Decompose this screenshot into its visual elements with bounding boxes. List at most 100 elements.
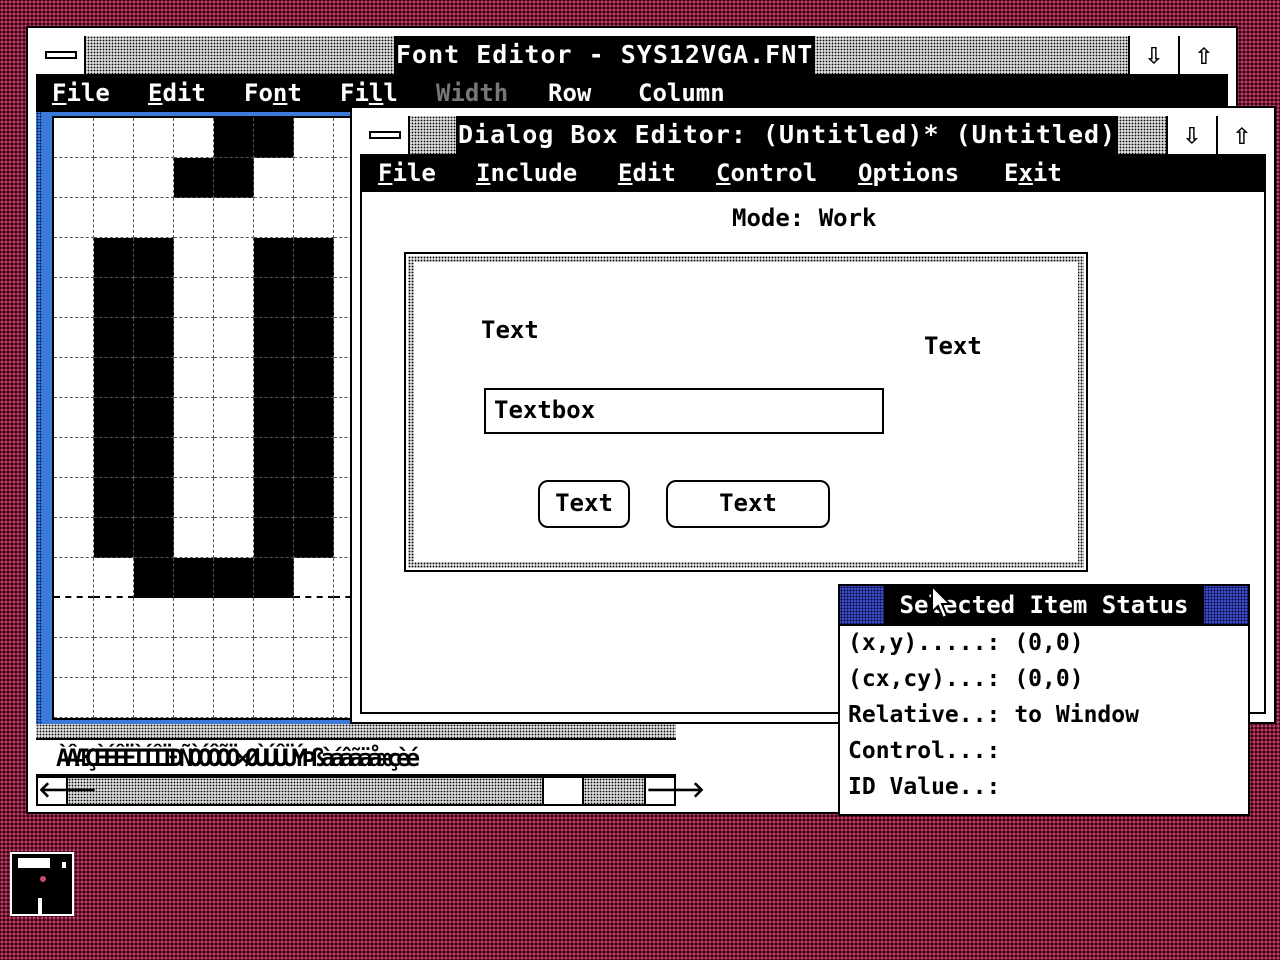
glyph-pixel[interactable] [174,278,214,318]
glyph-pixel[interactable] [174,158,214,198]
glyph-pixel[interactable] [294,438,334,478]
scroll-right-icon[interactable]: 🡒 [644,778,705,804]
glyph-pixel[interactable] [254,678,294,718]
system-menu-icon[interactable] [36,36,86,74]
glyph-pixel[interactable] [54,198,94,238]
glyph-pixel[interactable] [174,558,214,598]
menu-edit[interactable]: Edit [148,74,206,112]
glyph-pixel[interactable] [94,678,134,718]
glyph-pixel[interactable] [294,238,334,278]
glyph-pixel[interactable] [94,158,134,198]
scroll-left-icon[interactable]: 🡐 [38,778,97,804]
menu-font[interactable]: Font [244,74,302,112]
glyph-pixel[interactable] [54,318,94,358]
glyph-pixel[interactable] [134,438,174,478]
glyph-pixel[interactable] [174,238,214,278]
glyph-pixel[interactable] [174,118,214,158]
glyph-pixel[interactable] [294,518,334,558]
glyph-pixel[interactable] [294,398,334,438]
glyph-pixel[interactable] [134,358,174,398]
glyph-pixel[interactable] [254,358,294,398]
glyph-pixel[interactable] [254,478,294,518]
glyph-pixel[interactable] [174,638,214,678]
glyph-pixel[interactable] [214,638,254,678]
dialog-design-frame[interactable]: Text Text Textbox Text Text [404,252,1088,572]
minimize-arrow-icon[interactable]: ⇩ [1128,36,1178,74]
glyph-pixel[interactable] [54,638,94,678]
glyph-pixel[interactable] [134,238,174,278]
glyph-pixel[interactable] [94,638,134,678]
glyph-pixel[interactable] [174,478,214,518]
horizontal-scrollbar[interactable]: 🡐 🡒 [36,776,705,806]
glyph-pixel[interactable] [134,638,174,678]
glyph-pixel[interactable] [54,478,94,518]
glyph-pixel[interactable] [294,318,334,358]
menu-edit[interactable]: Edit [618,154,676,192]
glyph-pixel[interactable] [54,358,94,398]
menu-include[interactable]: Include [476,154,577,192]
glyph-pixel[interactable] [254,278,294,318]
glyph-pixel[interactable] [94,518,134,558]
glyph-pixel[interactable] [214,398,254,438]
glyph-pixel[interactable] [214,678,254,718]
menu-control[interactable]: Control [716,154,817,192]
static-text-control[interactable]: Text [481,316,539,344]
glyph-pixel[interactable] [134,678,174,718]
glyph-pixel[interactable] [294,558,334,598]
glyph-pixel[interactable] [134,598,174,638]
glyph-pixel[interactable] [54,278,94,318]
font-editor-titlebar[interactable]: Font Editor - SYS12VGA.FNT ⇩ ⇧ [36,36,1228,76]
glyph-pixel[interactable] [294,158,334,198]
textbox-control[interactable]: Textbox [484,388,884,434]
system-menu-icon[interactable] [360,116,410,154]
glyph-pixel[interactable] [174,398,214,438]
glyph-pixel[interactable] [94,598,134,638]
glyph-pixel[interactable] [254,438,294,478]
menu-file[interactable]: File [378,154,436,192]
char-strip[interactable]: ÀÂÆÇÈÉÊËÌÍÎÏÐÑÒÓÔÕÖ×ØÙÚÛÜÝÞßàáâãäåæçèé [36,738,676,776]
glyph-pixel[interactable] [54,398,94,438]
glyph-pixel[interactable] [134,398,174,438]
menu-exit[interactable]: Exit [1004,154,1062,192]
glyph-pixel[interactable] [294,638,334,678]
glyph-pixel[interactable] [254,598,294,638]
glyph-pixel[interactable] [174,678,214,718]
glyph-pixel[interactable] [254,238,294,278]
minimize-arrow-icon[interactable]: ⇩ [1166,116,1216,154]
glyph-pixel[interactable] [174,198,214,238]
glyph-pixel[interactable] [174,318,214,358]
glyph-pixel[interactable] [254,118,294,158]
glyph-pixel[interactable] [134,158,174,198]
menu-options[interactable]: Options [858,154,959,192]
glyph-pixel[interactable] [94,238,134,278]
glyph-pixel[interactable] [214,478,254,518]
glyph-pixel[interactable] [134,118,174,158]
glyph-pixel[interactable] [94,118,134,158]
glyph-pixel[interactable] [294,278,334,318]
glyph-pixel[interactable] [294,198,334,238]
glyph-pixel[interactable] [294,598,334,638]
glyph-pixel[interactable] [254,558,294,598]
glyph-pixel[interactable] [134,558,174,598]
glyph-pixel[interactable] [254,318,294,358]
glyph-pixel[interactable] [174,598,214,638]
glyph-pixel[interactable] [174,438,214,478]
glyph-pixel[interactable] [54,518,94,558]
glyph-pixel[interactable] [174,518,214,558]
status-titlebar[interactable]: Selected Item Status [840,586,1248,626]
dialog-editor-titlebar[interactable]: Dialog Box Editor: (Untitled)* (Untitled… [360,116,1266,156]
static-text-control[interactable]: Text [924,332,982,360]
glyph-pixel[interactable] [254,518,294,558]
glyph-pixel[interactable] [214,278,254,318]
glyph-pixel[interactable] [94,358,134,398]
glyph-pixel[interactable] [214,238,254,278]
glyph-pixel[interactable] [294,678,334,718]
glyph-pixel[interactable] [94,278,134,318]
glyph-pixel[interactable] [134,198,174,238]
glyph-pixel[interactable] [254,638,294,678]
push-button-control[interactable]: Text [538,480,630,528]
glyph-pixel[interactable] [294,118,334,158]
glyph-pixel[interactable] [294,478,334,518]
glyph-pixel[interactable] [254,198,294,238]
glyph-pixel[interactable] [134,278,174,318]
